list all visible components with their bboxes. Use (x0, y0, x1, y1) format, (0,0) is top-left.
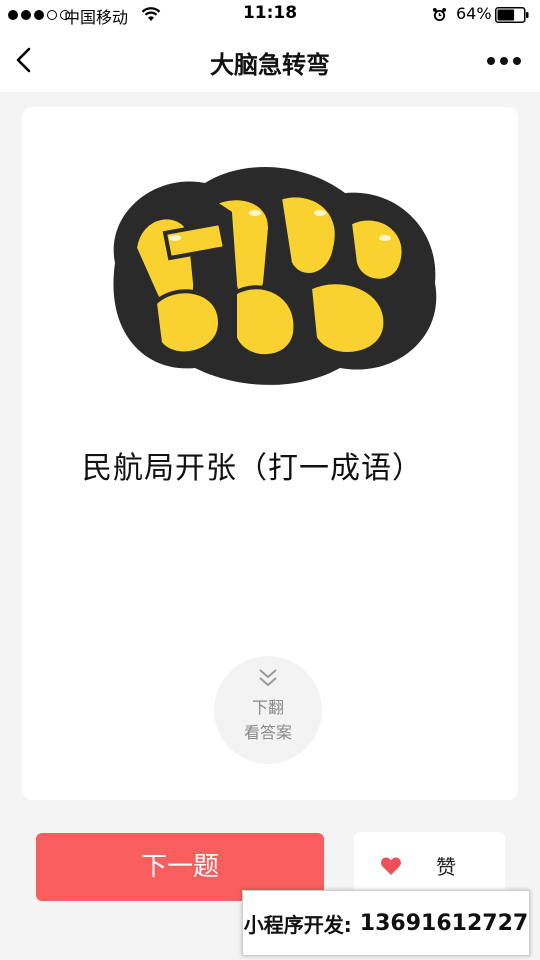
reveal-label-line1: 下翻 (251, 698, 284, 717)
nav-bar: 大脑急转弯 (0, 30, 540, 92)
heart-icon (381, 857, 401, 875)
promo-label: 小程序开发: (243, 912, 352, 937)
page-title: 大脑急转弯 (210, 51, 330, 79)
reveal-label-line2: 看答案 (243, 723, 292, 742)
battery-icon (495, 7, 529, 23)
double-chevron-down-icon (259, 669, 277, 687)
alarm-icon (432, 7, 447, 22)
reveal-answer-button[interactable]: 下翻 看答案 (214, 656, 322, 764)
status-bar: 中国移动 11:18 64% (0, 0, 540, 30)
riddle-question: 民航局开张（打一成语） (82, 451, 423, 486)
like-label: 赞 (436, 855, 456, 879)
promo-phone: 13691612727 (359, 910, 529, 936)
more-dots-icon (487, 57, 521, 65)
battery-percent: 64% (456, 4, 492, 23)
more-button[interactable] (484, 54, 524, 68)
promo-banner: 小程序开发: 13691612727 (242, 890, 530, 956)
brain-teaser-logo (113, 166, 437, 385)
question-card: 民航局开张（打一成语） 下翻 看答案 (22, 107, 518, 800)
